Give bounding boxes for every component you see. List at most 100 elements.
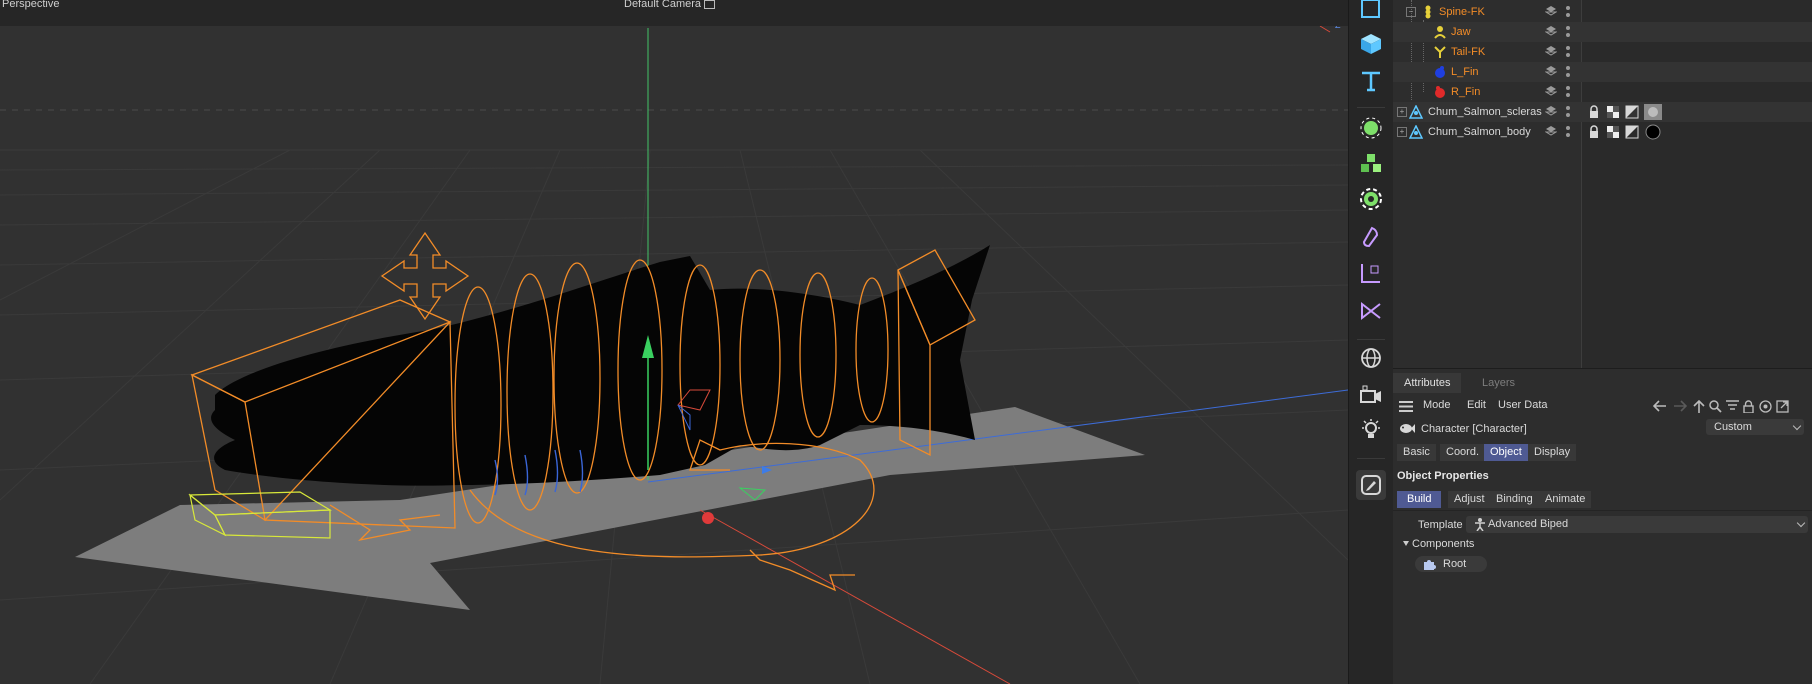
menu-edit[interactable]: Edit [1467, 399, 1486, 411]
cloner-icon[interactable] [1356, 149, 1386, 179]
uvw-tag-icon[interactable] [1625, 125, 1639, 139]
object-name[interactable]: Chum_Salmon_body [1428, 126, 1531, 138]
camera-name[interactable]: Default Camera [624, 0, 701, 10]
mode-select[interactable]: Custom [1706, 419, 1804, 435]
generator-icon[interactable] [1356, 113, 1386, 143]
tools-toolbar [1348, 0, 1393, 684]
tab-layers[interactable]: Layers [1471, 373, 1526, 393]
phong-tag-icon[interactable] [1606, 125, 1620, 139]
triangle-down-icon[interactable] [1403, 541, 1409, 546]
tab-object[interactable]: Object [1484, 444, 1528, 461]
object-name[interactable]: Jaw [1451, 26, 1471, 38]
cube-outline-icon[interactable] [1356, 0, 1386, 24]
tab-adjust[interactable]: Adjust [1448, 491, 1491, 508]
expand-toggle[interactable]: + [1397, 107, 1407, 117]
component-root[interactable]: Root [1415, 556, 1487, 572]
spline-icon[interactable] [1356, 258, 1386, 288]
layer-icon[interactable] [1545, 65, 1557, 77]
components-group[interactable]: Components [1403, 538, 1474, 550]
object-row-chum-salmon-body[interactable]: + Chum_Salmon_body [1393, 122, 1812, 142]
layer-icon[interactable] [1545, 25, 1557, 37]
material-tag-icon[interactable] [1644, 104, 1662, 120]
divider [1393, 510, 1812, 511]
new-window-icon[interactable] [1776, 400, 1789, 413]
object-name[interactable]: Tail-FK [1451, 46, 1485, 58]
visibility-dots[interactable] [1565, 125, 1571, 139]
mode-select-value: Custom [1714, 421, 1752, 433]
visibility-dots[interactable] [1565, 45, 1571, 59]
tab-basic[interactable]: Basic [1397, 444, 1436, 461]
biped-icon [1475, 518, 1485, 531]
object-name[interactable]: R_Fin [1451, 86, 1480, 98]
lock-icon[interactable] [1587, 105, 1601, 119]
object-name[interactable]: L_Fin [1451, 66, 1479, 78]
search-icon[interactable] [1709, 400, 1722, 413]
visibility-dots[interactable] [1565, 5, 1571, 19]
tab-attributes[interactable]: Attributes [1393, 373, 1462, 393]
visibility-dots[interactable] [1565, 105, 1571, 119]
menu-mode[interactable]: Mode [1423, 399, 1451, 411]
template-value: Advanced Biped [1488, 518, 1569, 530]
tab-display[interactable]: Display [1528, 444, 1577, 461]
material-tag-icon[interactable] [1644, 124, 1662, 140]
layer-icon[interactable] [1545, 105, 1557, 117]
viewport-title[interactable]: Perspective [2, 0, 59, 10]
tab-build[interactable]: Build [1397, 491, 1442, 508]
camera-label[interactable]: Default Camera [624, 0, 716, 10]
camera-icon[interactable] [1356, 379, 1386, 409]
phong-tag-icon[interactable] [1606, 105, 1620, 119]
edit-icon[interactable] [1356, 470, 1386, 500]
chevron-down-icon [1792, 421, 1802, 431]
object-row-l-fin[interactable]: L_Fin [1393, 62, 1812, 82]
menu-user-data[interactable]: User Data [1498, 399, 1548, 411]
tab-binding[interactable]: Binding [1490, 491, 1539, 508]
object-manager[interactable]: − Spine-FK Jaw Tail-FK L_Fin R_Fin + Chu… [1393, 0, 1812, 368]
object-row-r-fin[interactable]: R_Fin [1393, 82, 1812, 102]
forward-arrow-icon[interactable] [1673, 400, 1687, 412]
visibility-dots[interactable] [1565, 65, 1571, 79]
layer-icon[interactable] [1545, 85, 1557, 97]
field-icon[interactable] [1356, 296, 1386, 326]
back-arrow-icon[interactable] [1653, 400, 1667, 412]
uvw-tag-icon[interactable] [1625, 105, 1639, 119]
object-row-spine-fk[interactable]: − Spine-FK [1393, 2, 1812, 22]
layer-icon[interactable] [1545, 45, 1557, 57]
up-arrow-icon[interactable] [1693, 400, 1705, 413]
tab-animate[interactable]: Animate [1539, 491, 1592, 508]
layer-icon[interactable] [1545, 125, 1557, 137]
viewport[interactable]: Y Z Perspective Default Camera [0, 0, 1348, 684]
scene-canvas[interactable]: Y Z [0, 0, 1348, 684]
object-name[interactable]: Chum_Salmon_scleras [1428, 106, 1542, 118]
deformer-icon[interactable] [1356, 184, 1386, 214]
hamburger-menu-icon[interactable] [1399, 401, 1413, 412]
object-row-chum-salmon-scleras[interactable]: + Chum_Salmon_scleras [1393, 102, 1812, 122]
components-label[interactable]: Components [1412, 538, 1474, 550]
tag-icon[interactable] [1356, 222, 1386, 252]
filter-icon[interactable] [1726, 400, 1739, 412]
tab-coord[interactable]: Coord. [1440, 444, 1486, 461]
text-icon[interactable] [1356, 66, 1386, 96]
globe-icon[interactable] [1356, 343, 1386, 373]
target-icon[interactable] [1759, 400, 1772, 413]
light-icon[interactable] [1356, 415, 1386, 445]
lock-icon[interactable] [1743, 400, 1754, 413]
fin-joint-icon [1435, 66, 1445, 78]
x-axis-handle[interactable] [702, 512, 714, 524]
visibility-dots[interactable] [1565, 25, 1571, 39]
expand-toggle[interactable]: + [1397, 127, 1407, 137]
cube-icon[interactable] [1356, 29, 1386, 59]
object-row-tail-fk[interactable]: Tail-FK [1393, 42, 1812, 62]
component-root-label: Root [1443, 558, 1467, 570]
object-row-jaw[interactable]: Jaw [1393, 22, 1812, 42]
visibility-dots[interactable] [1565, 85, 1571, 99]
collapse-toggle[interactable]: − [1406, 7, 1416, 17]
object-name[interactable]: Spine-FK [1439, 6, 1485, 18]
puzzle-icon [1424, 560, 1436, 570]
joint-icon [1434, 26, 1446, 39]
template-select[interactable]: Advanced Biped [1466, 516, 1808, 533]
layer-icon[interactable] [1545, 5, 1557, 17]
camera-icon[interactable] [704, 0, 716, 9]
app-window: Y Z Perspective Default Camera [0, 0, 1812, 684]
lock-icon[interactable] [1587, 125, 1601, 139]
toolbar-divider [1357, 458, 1385, 459]
